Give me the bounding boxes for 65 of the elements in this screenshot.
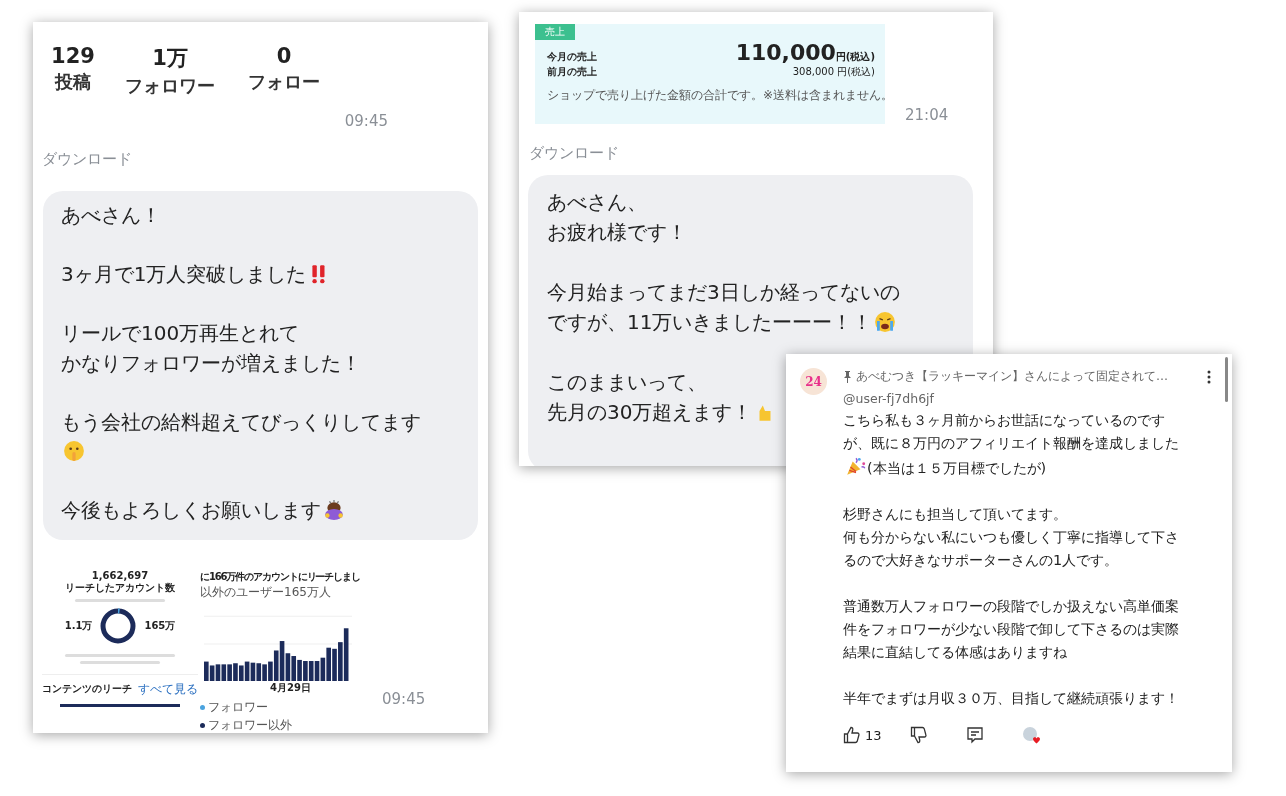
message-time: 09:45 <box>382 689 426 708</box>
more-options-icon[interactable] <box>1207 369 1211 384</box>
legend-label: フォロワー <box>208 698 268 716</box>
see-all-link[interactable]: すべて見る <box>138 680 198 698</box>
thumbs-up-icon[interactable] <box>843 726 861 744</box>
stat-value: 0 <box>276 44 292 68</box>
stat-label: フォロワー <box>125 74 215 98</box>
sales-amount: 308,000 円(税込) <box>792 65 875 79</box>
comment-text: 結果に直結してる体感はありますね <box>843 644 1067 660</box>
message-text: リールで100万再生とれて <box>61 321 300 345</box>
message-text: あべさん！ <box>61 203 161 227</box>
bowing-figure-icon <box>323 499 345 521</box>
reply-icon[interactable] <box>965 726 984 744</box>
message-text: このままいって、 <box>547 370 707 394</box>
message-text: もう会社の給料超えてびっくりしてます <box>61 409 421 434</box>
message-text: 今月始まってまだ3日しか経ってないの <box>547 280 900 304</box>
reach-total: 1,662,697 <box>91 569 149 581</box>
message-time: 21:04 <box>905 106 949 124</box>
reach-label: リーチしたアカウント数 <box>65 581 175 595</box>
sales-amount: 110,000 <box>735 40 836 65</box>
pinned-label: あべむつき【ラッキーマイン】さんによって固定されて… <box>856 368 1168 385</box>
content-reach-title: コンテンツのリーチ <box>42 682 132 696</box>
download-label[interactable]: ダウンロード <box>529 144 993 163</box>
crying-face-icon <box>874 311 897 333</box>
message-time: 09:45 <box>344 112 388 130</box>
scrollbar[interactable] <box>1225 357 1228 402</box>
like-count: 13 <box>865 727 882 743</box>
stat-value: 129 <box>51 44 95 68</box>
comment-text: が、既に８万円のアフィリエイト報酬を達成しました <box>843 435 1179 451</box>
sales-label: 前月の売上 <box>547 65 597 79</box>
stat-value: 1万 <box>152 45 188 72</box>
message-text: 先月の30万超えます！ <box>547 400 753 424</box>
message-text: 今後もよろしくお願いします <box>61 498 321 522</box>
comment-author[interactable]: @user-fj7dh6jf <box>843 391 1215 406</box>
pin-icon <box>843 370 852 383</box>
currency-unit: 円(税込) <box>835 51 875 62</box>
comment-text: るので大好きなサポーターさんの1人です。 <box>843 552 1119 568</box>
sales-label: 今月の売上 <box>547 50 597 64</box>
download-label[interactable]: ダウンロード <box>42 150 488 169</box>
stat-label: 投稿 <box>55 70 91 94</box>
chart-subtitle: 以外のユーザー165万人 <box>200 583 332 601</box>
comment-text: 杉野さんにも担当して頂いてます。 <box>843 506 1067 522</box>
sales-badge: 売上 <box>535 24 575 40</box>
comment-text: 半年でまずは月収３０万、目指して継続頑張ります！ <box>843 690 1179 706</box>
comment-text: (本当は１５万目標でしたが) <box>867 460 1047 476</box>
message-text: あべさん、 <box>547 190 647 214</box>
thumbs-down-icon[interactable] <box>909 726 928 744</box>
non-followers-value: 165万 <box>144 618 176 633</box>
comment-text: 何も分からない私にいつも優しく丁寧に指導して下さ <box>843 529 1179 545</box>
sales-note: ショップで売り上げた金額の合計です。※送料は含まれません。 <box>547 87 894 103</box>
comment-text: 普通数万人フォロワーの段階でしか扱えない高単価案 <box>843 598 1179 614</box>
shushing-face-icon <box>63 440 85 462</box>
message-text: 3ヶ月で1万人突破しました <box>61 262 307 286</box>
stat-label: フォロー <box>248 70 320 94</box>
party-popper-icon <box>845 455 867 477</box>
axis-label: 4月29日 <box>270 680 312 695</box>
message-text: ですが、11万いきましたーーー！！ <box>547 310 873 334</box>
followers-value: 1.1万 <box>64 618 93 633</box>
user-avatar: 24 <box>800 368 827 395</box>
comment-text: こちら私も３ヶ月前からお世話になっているのです <box>843 412 1165 428</box>
comment-text: 件をフォロワーが少ない段階で卸して下さるのは実際 <box>843 621 1179 637</box>
chart-title: に166万件のアカウントにリーチしまし <box>200 569 360 584</box>
legend-label: フォロワー以外 <box>208 716 292 733</box>
message-text: お疲れ様です！ <box>547 220 687 244</box>
message-text: かなりフォロワーが増えました！ <box>61 350 361 375</box>
